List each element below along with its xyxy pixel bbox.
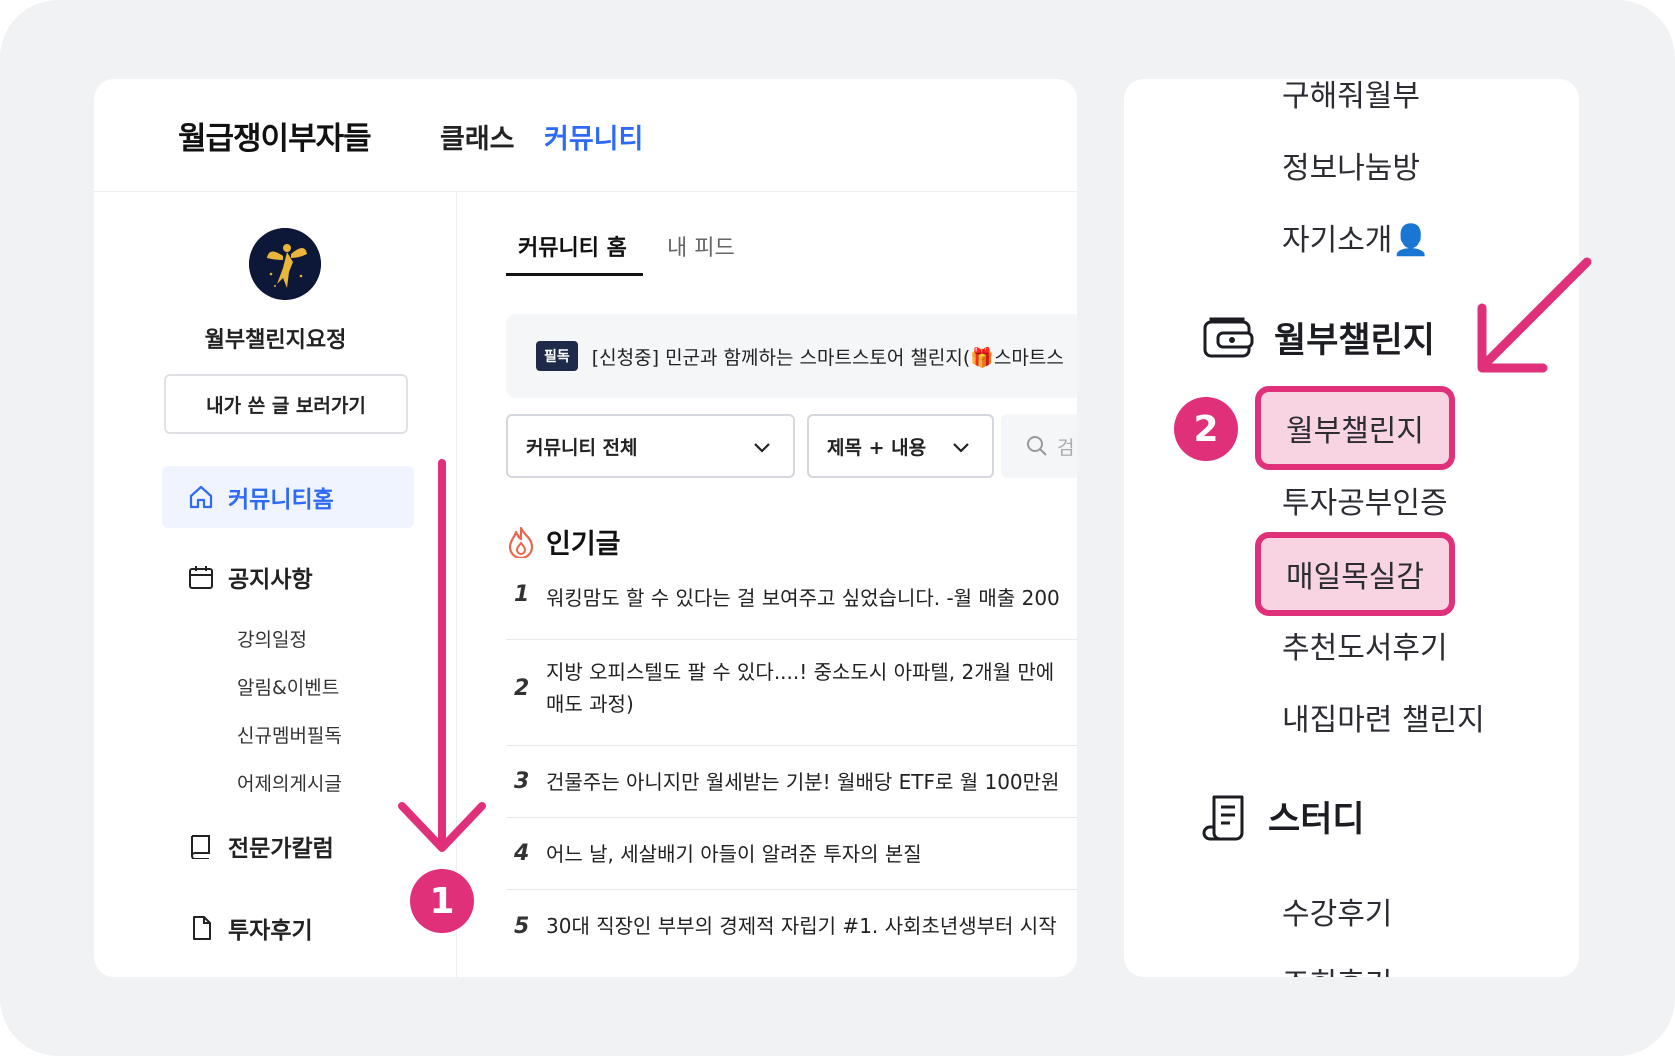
top-navigation: 월급쟁이부자들 클래스 커뮤니티 xyxy=(94,79,1077,192)
popular-post-row[interactable]: 5 30대 직장인 부부의 경제적 자립기 #1. 사회초년생부터 시작 xyxy=(506,890,1077,962)
section-title: 월부챌린지 xyxy=(1274,321,1436,361)
nav-class[interactable]: 클래스 xyxy=(440,117,515,156)
community-scope-select[interactable]: 커뮤니티 전체 xyxy=(506,414,795,478)
community-menu-screenshot: 구해줘월부 정보나눔방 자기소개👤 월부챌린지 월부챌린지 투자공부인증 매일목… xyxy=(1124,79,1579,977)
popular-posts-title: 인기글 xyxy=(546,529,621,560)
search-field-select[interactable]: 제목 + 내용 xyxy=(807,414,994,478)
post-rank: 1 xyxy=(514,582,530,607)
post-rank: 4 xyxy=(514,841,530,866)
search-input[interactable]: 검 xyxy=(1001,414,1077,478)
popular-post-row[interactable]: 1 워킹맘도 할 수 있다는 걸 보여주고 싶었습니다. -월 매출 200 xyxy=(506,582,1077,640)
post-rank: 2 xyxy=(514,676,530,701)
post-title: 건물주는 아니지만 월세받는 기분! 월배당 ETF로 월 100만원 xyxy=(546,769,1060,794)
menu-item-study-proof[interactable]: 투자공부인증 xyxy=(1282,478,1448,522)
menu-item-save-me-wolbu[interactable]: 구해줘월부 xyxy=(1282,79,1420,115)
tab-my-feed[interactable]: 내 피드 xyxy=(667,230,735,262)
main-content: 커뮤니티 홈 내 피드 필독 [신청중] 민군과 함께하는 스마트스토어 챌린지… xyxy=(458,192,1077,977)
pinned-notice[interactable]: 필독 [신청중] 민군과 함께하는 스마트스토어 챌린지(🎁스마트스 xyxy=(506,314,1077,398)
menu-item-label: 매일목실감 xyxy=(1286,560,1424,595)
active-tab-indicator xyxy=(506,273,643,276)
pinned-notice-text: [신청중] 민군과 함께하는 스마트스토어 챌린지(🎁스마트스 xyxy=(591,346,1064,369)
post-title-continued: 매도 과정) xyxy=(546,692,634,716)
fire-icon xyxy=(508,526,534,558)
wallet-icon xyxy=(1203,317,1254,357)
select-value: 커뮤니티 전체 xyxy=(526,436,638,459)
search-placeholder: 검 xyxy=(1057,436,1075,459)
chevron-down-icon xyxy=(953,443,969,453)
sidebar-item-label: 커뮤니티홈 xyxy=(228,487,334,513)
fairy-icon xyxy=(249,228,321,300)
sidebar-subitem-yesterday-posts[interactable]: 어제의게시글 xyxy=(237,769,342,796)
my-posts-button[interactable]: 내가 쓴 글 보러가기 xyxy=(164,374,408,434)
popular-posts-heading: 인기글 xyxy=(506,522,621,561)
post-title: 어느 날, 세살배기 아들이 알려준 투자의 본질 xyxy=(546,841,922,866)
sidebar-item-expert-column[interactable]: 전문가칼럼 xyxy=(188,829,334,863)
sidebar-item-community-home[interactable]: 커뮤니티홈 xyxy=(162,466,414,528)
sidebar-item-label: 공지사항 xyxy=(228,567,313,593)
menu-item-challenge-highlighted[interactable]: 월부챌린지 xyxy=(1255,386,1455,470)
menu-item-info-sharing[interactable]: 정보나눔방 xyxy=(1282,143,1420,187)
search-icon xyxy=(1027,436,1047,456)
home-icon xyxy=(189,485,213,509)
post-rank: 5 xyxy=(514,913,530,939)
popular-post-row[interactable]: 4 어느 날, 세살배기 아들이 알려준 투자의 본질 xyxy=(506,818,1077,890)
menu-item-label: 월부챌린지 xyxy=(1286,414,1424,449)
sidebar-item-label: 전문가칼럼 xyxy=(228,836,334,862)
avatar[interactable] xyxy=(249,228,321,300)
post-title: 지방 오피스텔도 팔 수 있다....! 중소도시 아파텔, 2개월 만에 xyxy=(546,660,1055,684)
document-icon xyxy=(193,916,211,940)
popular-post-row[interactable]: 2 지방 오피스텔도 팔 수 있다....! 중소도시 아파텔, 2개월 만에 … xyxy=(506,640,1077,746)
section-title: 스터디 xyxy=(1268,800,1365,840)
menu-item-tour-review[interactable]: 조회후기 xyxy=(1282,959,1392,977)
brand-logo[interactable]: 월급쟁이부자들 xyxy=(178,113,372,158)
post-title: 30대 직장인 부부의 경제적 자립기 #1. 사회초년생부터 시작 xyxy=(546,914,1057,938)
section-header-study[interactable]: 스터디 xyxy=(1202,791,1365,842)
sidebar-subitem-new-member[interactable]: 신규멤버필독 xyxy=(237,721,342,748)
post-rank: 3 xyxy=(514,769,530,794)
book-icon xyxy=(191,835,210,859)
community-page-screenshot: 월급쟁이부자들 클래스 커뮤니티 월부챌린지요정 내가 쓴 글 보러가기 커뮤니… xyxy=(94,79,1077,977)
sidebar-item-investment-review[interactable]: 투자후기 xyxy=(188,911,313,945)
popular-post-row[interactable]: 3 건물주는 아니지만 월세받는 기분! 월배당 ETF로 월 100만원 xyxy=(506,746,1077,818)
pinned-badge: 필독 xyxy=(536,341,578,371)
tab-community-home[interactable]: 커뮤니티 홈 xyxy=(518,230,627,262)
tutorial-canvas: 월급쟁이부자들 클래스 커뮤니티 월부챌린지요정 내가 쓴 글 보러가기 커뮤니… xyxy=(0,0,1675,1056)
post-title: 워킹맘도 할 수 있다는 걸 보여주고 싶었습니다. -월 매출 200 xyxy=(546,586,1060,610)
select-value: 제목 + 내용 xyxy=(827,436,927,459)
user-nickname: 월부챌린지요정 xyxy=(204,328,347,353)
sidebar-subitem-events[interactable]: 알림&이벤트 xyxy=(237,673,339,700)
sidebar-item-notice[interactable]: 공지사항 xyxy=(188,560,313,594)
nav-community[interactable]: 커뮤니티 xyxy=(544,117,643,156)
sidebar-subitem-lecture-schedule[interactable]: 강의일정 xyxy=(237,625,307,652)
chevron-down-icon xyxy=(754,443,770,453)
sidebar: 월부챌린지요정 내가 쓴 글 보러가기 커뮤니티홈 공지사항 강의일정 알림&이… xyxy=(94,192,457,977)
menu-item-course-review[interactable]: 수강후기 xyxy=(1282,889,1392,933)
menu-item-book-review[interactable]: 추천도서후기 xyxy=(1282,623,1448,667)
menu-item-self-intro[interactable]: 자기소개👤 xyxy=(1282,215,1430,259)
calendar-icon xyxy=(189,566,213,589)
sidebar-item-label: 투자후기 xyxy=(228,918,313,944)
step-badge-2: 2 xyxy=(1174,397,1238,461)
menu-item-daily-goal-highlighted[interactable]: 매일목실감 xyxy=(1255,532,1455,616)
step-badge-1: 1 xyxy=(410,869,474,933)
menu-item-home-challenge[interactable]: 내집마련 챌린지 xyxy=(1282,695,1485,739)
section-header-challenge[interactable]: 월부챌린지 xyxy=(1202,312,1435,363)
scroll-icon xyxy=(1202,795,1244,840)
